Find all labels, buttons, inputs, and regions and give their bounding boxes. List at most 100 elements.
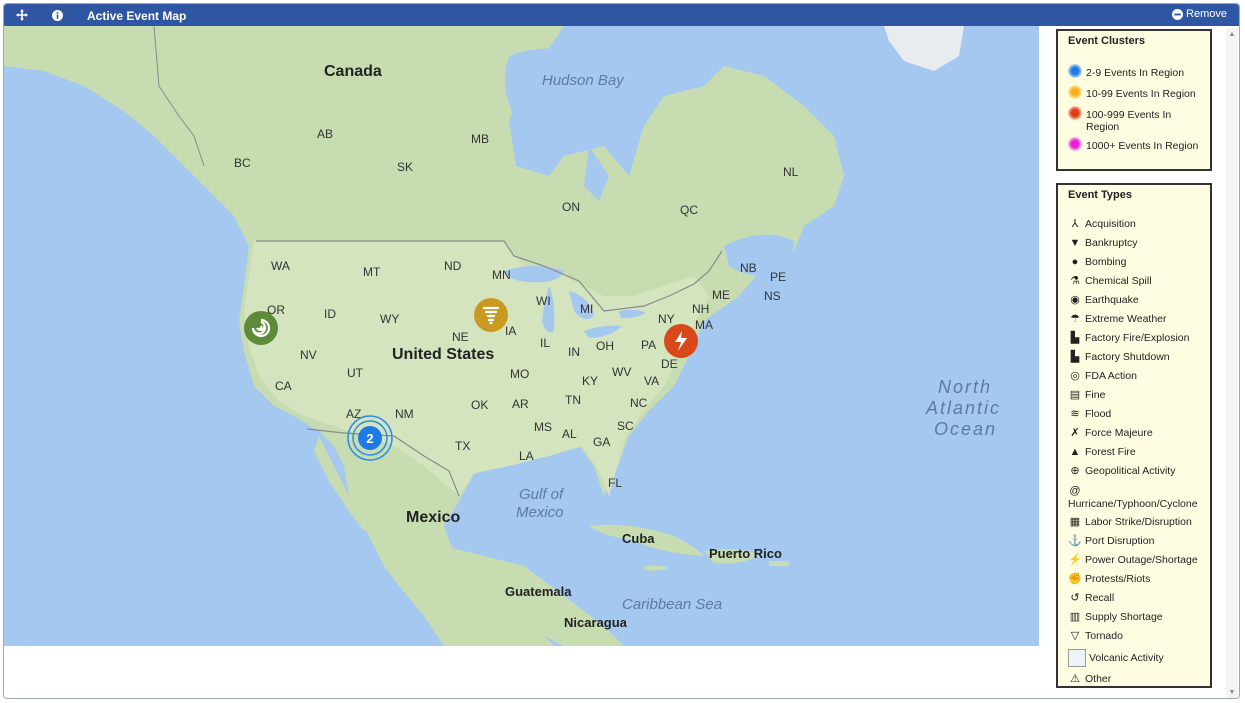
event-type-item: ⅄ Acquisition	[1068, 215, 1204, 234]
label-mexico: Mexico	[406, 509, 460, 526]
tornado-event-marker[interactable]	[474, 298, 508, 332]
state-label: IN	[568, 345, 580, 359]
event-map[interactable]: Canada United States Mexico Cuba Guatema…	[4, 26, 1039, 646]
cluster-legend-item: 100-999 Events In Region	[1068, 106, 1204, 133]
cluster-legend-item: 10-99 Events In Region	[1068, 85, 1204, 102]
state-label: NB	[740, 261, 757, 275]
event-cluster-marker[interactable]: 2	[347, 415, 393, 461]
move-icon[interactable]	[14, 7, 30, 23]
event-type-item: ▽ Tornado	[1068, 627, 1204, 646]
event-type-item: ⚓ Port Disruption	[1068, 535, 1155, 547]
state-label: NE	[452, 330, 469, 344]
volcano-image-icon	[1068, 649, 1086, 667]
scroll-down-icon[interactable]: ▼	[1226, 686, 1238, 698]
state-label: NC	[630, 396, 648, 410]
cluster-legend-label: 100-999 Events In Region	[1086, 109, 1172, 133]
event-type-item: ▥ Supply Shortage	[1069, 611, 1163, 623]
event-type-item: Volcanic Activity	[1068, 646, 1204, 670]
remove-button[interactable]: Remove	[1172, 8, 1227, 20]
state-label: NM	[395, 407, 414, 421]
event-type-item: ▲ Forest Fire	[1069, 446, 1136, 458]
scroll-up-icon[interactable]: ▲	[1226, 28, 1238, 40]
event-type-item: ⚠ Other	[1068, 670, 1204, 689]
acquisition-icon: ⅄	[1071, 218, 1079, 230]
state-label: MT	[363, 265, 381, 279]
fine-icon: ▤	[1069, 389, 1081, 401]
state-label: GA	[593, 435, 610, 449]
event-types-legend: Event Types ⅄ Acquisition ▼ Bankruptcy ● Bo…	[1056, 183, 1212, 688]
cluster-legend-item: 1000+ Events In Region	[1068, 137, 1204, 154]
state-label: IA	[505, 324, 516, 338]
tornado-icon: ▽	[1070, 630, 1080, 642]
state-label: UT	[347, 366, 364, 380]
event-type-item: ◉ Earthquake	[1068, 291, 1204, 310]
legend-sidebar: Event Clusters 2-9 Events In Region 10-9…	[1040, 26, 1239, 698]
cluster-legend-item: 2-9 Events In Region	[1068, 64, 1204, 81]
state-label: PA	[641, 338, 656, 352]
label-gulf-of: Gulf of	[519, 486, 565, 503]
event-clusters-legend: Event Clusters 2-9 Events In Region 10-9…	[1056, 29, 1212, 171]
widget-title-bar: Active Event Map Remove	[4, 4, 1239, 26]
state-label: MN	[492, 268, 511, 282]
sidebar-scrollbar[interactable]: ▲ ▼	[1226, 28, 1238, 698]
earthquake-icon: ◉	[1070, 294, 1080, 306]
yellow-cluster-icon	[1068, 85, 1082, 99]
event-type-item: ⚡ Power Outage/Shortage	[1068, 554, 1198, 566]
label-canada: Canada	[324, 63, 382, 80]
storm-icon: ☂	[1070, 313, 1080, 325]
event-types-title: Event Types	[1068, 189, 1132, 201]
hurricane-event-marker[interactable]	[244, 311, 278, 345]
state-label: WA	[271, 259, 290, 273]
state-label: VA	[644, 374, 659, 388]
label-guatemala: Guatemala	[505, 584, 572, 599]
cluster-legend-label: 1000+ Events In Region	[1086, 140, 1199, 152]
lightning-icon	[675, 331, 687, 351]
cluster-legend-label: 10-99 Events In Region	[1086, 88, 1196, 100]
label-gulf-mexico: Mexico	[516, 504, 564, 521]
event-type-item: ▙ Factory Fire/Explosion	[1068, 329, 1204, 348]
state-label: ND	[444, 259, 462, 273]
state-label: WI	[536, 294, 551, 308]
state-label: OK	[471, 398, 488, 412]
state-label: PE	[770, 270, 786, 284]
state-label: NY	[658, 312, 675, 326]
state-label: NS	[764, 289, 781, 303]
label-puerto-rico: Puerto Rico	[709, 546, 782, 561]
state-label: MO	[510, 367, 529, 381]
label-north: North	[938, 377, 992, 397]
label-caribbean-sea: Caribbean Sea	[622, 596, 722, 613]
fda-icon: ◎	[1070, 370, 1080, 382]
event-clusters-title: Event Clusters	[1068, 35, 1146, 47]
state-label: KY	[582, 374, 598, 388]
state-label: CA	[275, 379, 292, 393]
event-type-item: ▙ Factory Shutdown	[1068, 348, 1204, 367]
event-type-item: ⊕ Geopolitical Activity	[1068, 462, 1204, 481]
state-label: AR	[512, 397, 529, 411]
factory-shutdown-icon: ▙	[1070, 351, 1080, 363]
info-icon[interactable]	[49, 7, 65, 23]
label-atlantic: Atlantic	[925, 398, 1001, 418]
magenta-cluster-icon	[1068, 137, 1082, 151]
state-label: TX	[455, 439, 470, 453]
cluster-legend-label: 2-9 Events In Region	[1086, 67, 1185, 79]
state-label: MB	[471, 132, 489, 146]
widget-title: Active Event Map	[87, 9, 187, 23]
bankruptcy-icon: ▼	[1069, 237, 1081, 249]
state-label: NV	[300, 348, 317, 362]
state-label: LA	[519, 449, 534, 463]
puerto-rico-island	[769, 561, 789, 566]
event-type-item: ↺ Recall	[1068, 589, 1204, 608]
event-type-item: ✗ Force Majeure	[1068, 424, 1204, 443]
event-type-item: ✊ Protests/Riots	[1068, 573, 1151, 585]
state-label: MA	[695, 318, 713, 332]
state-label: MI	[580, 302, 593, 316]
state-label: NH	[692, 302, 709, 316]
event-type-item: ▦ Labor Strike/Disruption	[1069, 516, 1192, 528]
state-label: AL	[562, 427, 577, 441]
power-outage-event-marker[interactable]	[664, 324, 698, 358]
event-type-item: ◎ FDA Action	[1068, 367, 1204, 386]
state-label: BC	[234, 156, 251, 170]
state-label: IL	[540, 336, 550, 350]
event-type-item: @ Hurricane/Typhoon/Cyclone	[1068, 485, 1198, 510]
hurricane-icon	[251, 318, 271, 338]
